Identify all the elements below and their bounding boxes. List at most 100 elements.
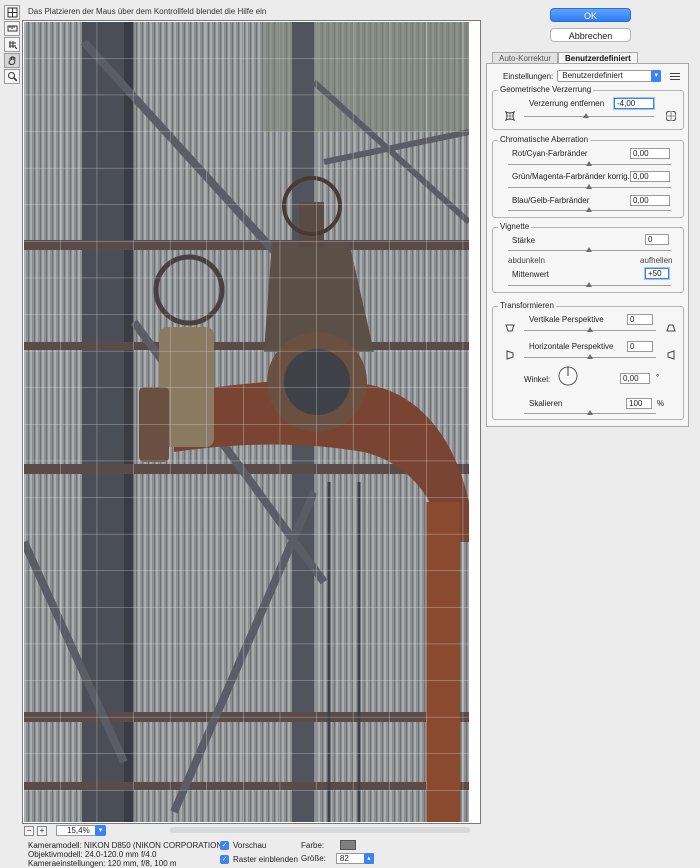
pincushion-icon [505, 111, 515, 121]
horizontal-perspective-slider-knob[interactable] [587, 354, 593, 359]
grid-size-value: 82 [339, 854, 349, 863]
zoom-tool[interactable] [4, 69, 20, 84]
grid-size-select[interactable]: 82 ▴ [335, 853, 374, 864]
preview-label: Vorschau [233, 841, 267, 850]
zoom-value: 15,4% [67, 826, 90, 835]
remove-distortion-slider-knob[interactable] [583, 113, 589, 118]
transform-title: Transformieren [498, 301, 556, 310]
settings-value: Benutzerdefiniert [562, 71, 623, 80]
horizontal-perspective-right-icon [667, 350, 675, 360]
remove-distortion-icon [7, 7, 17, 18]
zoom-select[interactable]: 15,4% ▾ [56, 825, 106, 836]
straighten-tool[interactable] [4, 21, 20, 36]
remove-distortion-field[interactable]: -4,00 [614, 98, 654, 109]
vertical-perspective-slider[interactable] [524, 327, 656, 332]
red-cyan-slider-knob[interactable] [586, 161, 592, 166]
red-cyan-field[interactable]: 0,00 [630, 148, 670, 159]
scale-field[interactable]: 100 [626, 398, 652, 409]
vertical-perspective-left-icon [505, 324, 515, 332]
horizontal-perspective-slider[interactable] [524, 354, 656, 359]
show-grid-checkbox[interactable]: ✓ Raster einblenden [220, 855, 298, 864]
grid-size-control: Größe: 82 ▴ [301, 853, 374, 864]
hand-tool[interactable] [4, 53, 20, 68]
vignette-amount-field[interactable]: 0 [645, 234, 669, 245]
geometric-distortion-title: Geometrische Verzerrung [498, 85, 594, 94]
chromatic-aberration-title: Chromatische Aberration [498, 135, 591, 144]
darken-label: abdunkeln [508, 256, 545, 265]
image-preview[interactable] [24, 22, 469, 822]
settings-label: Einstellungen: [503, 71, 554, 81]
grid-color-swatch[interactable] [340, 840, 357, 850]
blue-yellow-slider-knob[interactable] [586, 207, 592, 212]
grid-color-label: Farbe: [301, 840, 325, 850]
zoom-out-button[interactable]: − [24, 825, 34, 836]
red-cyan-slider[interactable] [508, 161, 671, 166]
vertical-perspective-slider-knob[interactable] [587, 327, 593, 332]
zoom-controls: − + 15,4% ▾ [24, 825, 106, 836]
scale-slider[interactable] [524, 410, 656, 415]
scale-label: Skalieren [529, 399, 563, 408]
blue-yellow-label: Blau/Gelb-Farbränder [512, 196, 590, 205]
grid-color-control: Farbe: [301, 840, 357, 850]
barrel-icon [666, 111, 676, 121]
checkmark-icon: ✓ [220, 855, 229, 864]
vertical-perspective-right-icon [666, 324, 676, 332]
vignette-amount-slider-knob[interactable] [586, 247, 592, 252]
green-magenta-slider-knob[interactable] [586, 184, 592, 189]
midpoint-label: Mittenwert [512, 270, 549, 279]
grid-size-label: Größe: [301, 854, 326, 863]
tool-palette [4, 5, 20, 85]
checkmark-icon: ✓ [220, 841, 229, 850]
move-grid-icon [8, 41, 17, 50]
preview-checkbox[interactable]: ✓ Vorschau [220, 841, 266, 850]
ok-button[interactable]: OK [550, 8, 631, 22]
help-hint: Das Platzieren der Maus über dem Kontrol… [28, 7, 267, 16]
blue-yellow-field[interactable]: 0,00 [630, 195, 670, 206]
chevron-down-icon: ▴ [363, 853, 374, 864]
horizontal-perspective-label: Horizontale Perspektive [529, 342, 614, 351]
show-grid-label: Raster einblenden [233, 855, 298, 864]
blue-yellow-slider[interactable] [508, 207, 671, 212]
move-grid-tool[interactable] [4, 37, 20, 52]
green-magenta-field[interactable]: 0,00 [630, 171, 670, 182]
red-cyan-label: Rot/Cyan-Farbränder [512, 149, 588, 158]
green-magenta-slider[interactable] [508, 184, 671, 189]
preview-image [24, 22, 469, 822]
geometric-distortion-group: Geometrische Verzerrung [492, 85, 684, 130]
horizontal-scrollbar[interactable] [170, 827, 470, 833]
settings-row: Einstellungen: Benutzerdefiniert ▾ [503, 70, 662, 82]
hand-icon [7, 56, 15, 66]
settings-menu-icon[interactable] [670, 73, 680, 82]
camera-model: Kameramodell: NIKON D850 (NIKON CORPORAT… [28, 841, 225, 850]
midpoint-field[interactable]: +50 [645, 268, 669, 279]
lens-model: Objektivmodell: 24.0-120.0 mm f/4.0 [28, 850, 157, 859]
percent-unit: % [657, 399, 665, 408]
vertical-perspective-label: Vertikale Perspektive [529, 315, 604, 324]
zoom-in-button[interactable]: + [37, 825, 47, 836]
vertical-perspective-field[interactable]: 0 [627, 314, 653, 325]
green-magenta-label: Grün/Magenta-Farbränder korrig. [512, 172, 630, 181]
vignette-title: Vignette [498, 222, 532, 231]
remove-distortion-slider[interactable] [524, 113, 654, 118]
settings-select[interactable]: Benutzerdefiniert ▾ [557, 70, 662, 82]
angle-label: Winkel: [524, 375, 551, 384]
remove-distortion-tool[interactable] [4, 5, 20, 20]
midpoint-slider-knob[interactable] [586, 282, 592, 287]
straighten-icon [7, 25, 17, 32]
chevron-down-icon: ▾ [95, 825, 106, 836]
camera-settings: Kameraeinstellungen: 120 mm, f/8, 100 m [28, 859, 177, 868]
camera-info: Kameramodell: NIKON D850 (NIKON CORPORAT… [28, 841, 225, 868]
vignette-amount-label: Stärke [512, 236, 536, 245]
horizontal-perspective-left-icon [506, 350, 514, 360]
angle-dial-icon[interactable] [558, 366, 578, 386]
horizontal-perspective-field[interactable]: 0 [627, 341, 653, 352]
zoom-icon [7, 72, 17, 82]
scale-slider-knob[interactable] [587, 410, 593, 415]
chevron-down-icon: ▾ [651, 70, 662, 82]
vignette-amount-slider[interactable] [508, 247, 671, 252]
remove-distortion-label: Verzerrung entfernen [529, 99, 605, 108]
cancel-button[interactable]: Abbrechen [550, 28, 631, 42]
midpoint-slider[interactable] [508, 282, 671, 287]
degree-unit: ° [656, 373, 660, 382]
angle-field[interactable]: 0,00 [620, 373, 650, 384]
